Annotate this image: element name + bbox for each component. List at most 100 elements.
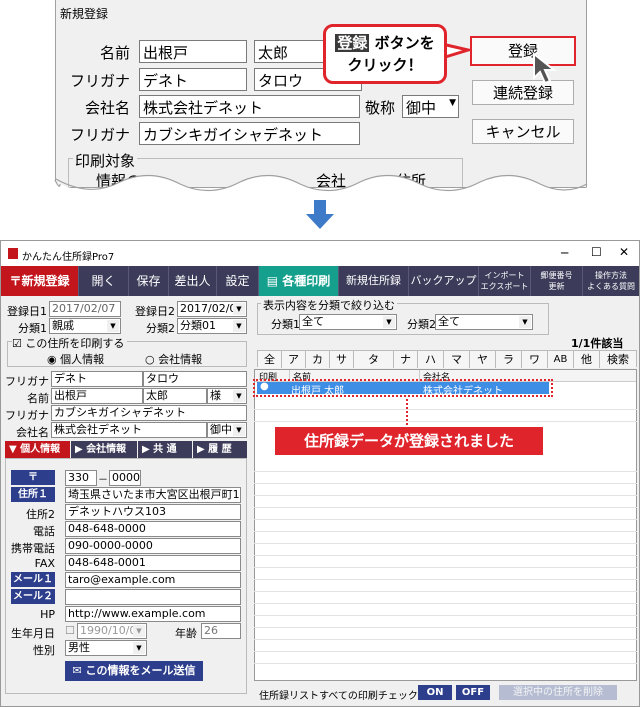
send-mail-button[interactable]: ✉ この情報をメール送信	[65, 661, 203, 681]
address2-label: 住所2	[26, 508, 55, 521]
birth-field[interactable]: 1990/10/08 ▼	[77, 623, 147, 639]
index-ra[interactable]: ラ	[496, 351, 522, 368]
fax-field[interactable]: 048-648-0001	[65, 555, 241, 571]
check-all-off-button[interactable]: OFF	[456, 685, 490, 700]
detail-tabs: ▼ 個人情報 ▶ 会社情報 ▶ 共 通 ▶ 履 歴	[5, 441, 247, 458]
menu-print[interactable]: ▤ 各種印刷	[259, 266, 339, 296]
sex-select[interactable]: 男性 ▼	[65, 640, 147, 656]
delete-selected-button[interactable]: 選択中の住所を削除	[499, 685, 617, 700]
kana-index-bar: 全 ア カ サ タ ナ ハ マ ヤ ラ ワ AB 他 検索	[257, 350, 637, 368]
mail1-field[interactable]: taro@example.com	[65, 572, 241, 588]
address1-field[interactable]: 埼玉県さいたま市大宮区出根戸町1-2-	[65, 487, 241, 503]
company-field[interactable]: 株式会社デネット	[51, 422, 207, 438]
print-checkbox[interactable]: ☑ この住所を印刷する	[12, 335, 128, 351]
index-na[interactable]: ナ	[394, 351, 418, 368]
register-button[interactable]: 登録	[470, 36, 576, 66]
index-ka[interactable]: カ	[306, 351, 330, 368]
radio-company[interactable]: ○ 会社情報	[145, 351, 202, 367]
radio-personal[interactable]: ◉ 個人情報	[47, 351, 104, 367]
index-search[interactable]: 検索	[600, 351, 636, 368]
menu-sender[interactable]: 差出人	[169, 266, 217, 296]
honorific-select[interactable]: 様 ▼	[207, 388, 247, 404]
menu-backup[interactable]: バックアップ	[409, 266, 479, 296]
arrow-down-icon	[306, 200, 334, 229]
cat1-select[interactable]: 親戚 ▼	[49, 318, 121, 334]
tab-common[interactable]: ▶ 共 通	[138, 441, 192, 458]
tab-company[interactable]: ▶ 会社情報	[71, 441, 137, 458]
mail2-field[interactable]	[65, 589, 241, 605]
menu-label: 更新	[548, 282, 565, 291]
fax-label: FAX	[34, 557, 55, 570]
index-sa[interactable]: サ	[330, 351, 354, 368]
reg1-field[interactable]: 2017/02/07	[49, 301, 121, 317]
tab-personal[interactable]: ▼ 個人情報	[5, 441, 70, 458]
mail1-button[interactable]: メール１	[11, 572, 55, 587]
new-register-icon: 〒	[9, 274, 22, 288]
last-name-field[interactable]: 出根戸	[139, 40, 247, 63]
menu-save[interactable]: 保存	[129, 266, 169, 296]
index-ab[interactable]: AB	[548, 351, 574, 368]
keisho-select[interactable]: 御中 ▼	[402, 95, 459, 118]
instruction-callout: 登録 ボタンを クリック！	[323, 24, 447, 84]
index-other[interactable]: 他	[574, 351, 600, 368]
menu-open[interactable]: 開く	[79, 266, 129, 296]
filter2-select[interactable]: 全て ▼	[435, 314, 533, 330]
minimize-icon[interactable]: ─	[561, 246, 568, 260]
tab-history[interactable]: ▶ 履 歴	[193, 441, 247, 458]
first-name-field[interactable]: 太郎	[143, 388, 207, 404]
hp-field[interactable]: http://www.example.com	[65, 606, 241, 622]
menu-label: エクスポート	[480, 282, 529, 291]
radio-label: 個人情報	[60, 353, 105, 366]
index-wa[interactable]: ワ	[522, 351, 548, 368]
callout-line1: ボタンを	[369, 34, 435, 52]
menu-import-export[interactable]: インポート エクスポート	[479, 266, 531, 296]
company-field[interactable]: 株式会社デネット	[139, 95, 360, 118]
index-ta[interactable]: タ	[354, 351, 394, 368]
chevron-down-icon: ▼	[107, 320, 119, 332]
index-ya[interactable]: ヤ	[470, 351, 496, 368]
address1-button[interactable]: 住所１	[11, 487, 55, 502]
cancel-button[interactable]: キャンセル	[472, 119, 574, 144]
mail2-button[interactable]: メール２	[11, 589, 55, 604]
company-kana-label: フリガナ	[5, 409, 49, 422]
index-a[interactable]: ア	[282, 351, 306, 368]
send-mail-label: この情報をメール送信	[85, 664, 196, 677]
company-honorific-select[interactable]: 御中 ▼	[207, 422, 247, 438]
zip1-field[interactable]: 330	[65, 470, 97, 486]
menu-new-book[interactable]: 新規住所録	[339, 266, 409, 296]
zip2-field[interactable]: 0000	[109, 470, 141, 486]
last-kana-field[interactable]: デネト	[139, 68, 247, 91]
first-kana-field[interactable]: タロウ	[143, 371, 247, 387]
index-ma[interactable]: マ	[444, 351, 470, 368]
index-all[interactable]: 全	[258, 351, 282, 368]
last-name-field[interactable]: 出根戸	[51, 388, 143, 404]
index-ha[interactable]: ハ	[418, 351, 444, 368]
window-title: かんたん住所録Pro7	[22, 252, 115, 263]
filter1-select[interactable]: 全て ▼	[299, 314, 397, 330]
menu-help[interactable]: 操作方法 よくある質問	[583, 266, 639, 296]
company-kana-field[interactable]: カブシキガイシャデネット	[139, 122, 360, 145]
company-kana-field[interactable]: カブシキガイシャデネット	[51, 405, 247, 421]
honorific-value: 様	[210, 389, 221, 402]
close-icon[interactable]: ✕	[619, 245, 629, 259]
zip-button[interactable]: 〒	[11, 470, 55, 485]
menu-postal-update[interactable]: 郵便番号 更新	[531, 266, 583, 296]
last-kana-field[interactable]: デネト	[51, 371, 143, 387]
address2-field[interactable]: デネットハウス103	[65, 504, 241, 520]
chevron-down-icon: ▼	[233, 390, 245, 402]
tel-field[interactable]: 048-648-0000	[65, 521, 241, 537]
reg1-label: 登録日1	[7, 305, 47, 318]
birth-checkbox[interactable]: ☐	[65, 624, 75, 637]
age-label: 年齢	[175, 627, 197, 640]
menu-settings[interactable]: 設定	[217, 266, 259, 296]
mobile-field[interactable]: 090-0000-0000	[65, 538, 241, 554]
app-icon	[8, 248, 18, 259]
filter-title: 表示内容を分類で絞り込む	[261, 297, 397, 313]
maximize-icon[interactable]: ☐	[591, 245, 602, 259]
reg2-field[interactable]: 2017/02/07 ▼	[177, 301, 247, 317]
hp-label: HP	[40, 608, 55, 621]
torn-edge	[0, 174, 640, 196]
menu-new-register[interactable]: 〒新規登録	[1, 266, 79, 296]
check-all-on-button[interactable]: ON	[418, 685, 452, 700]
cat2-select[interactable]: 分類01 ▼	[177, 318, 247, 334]
